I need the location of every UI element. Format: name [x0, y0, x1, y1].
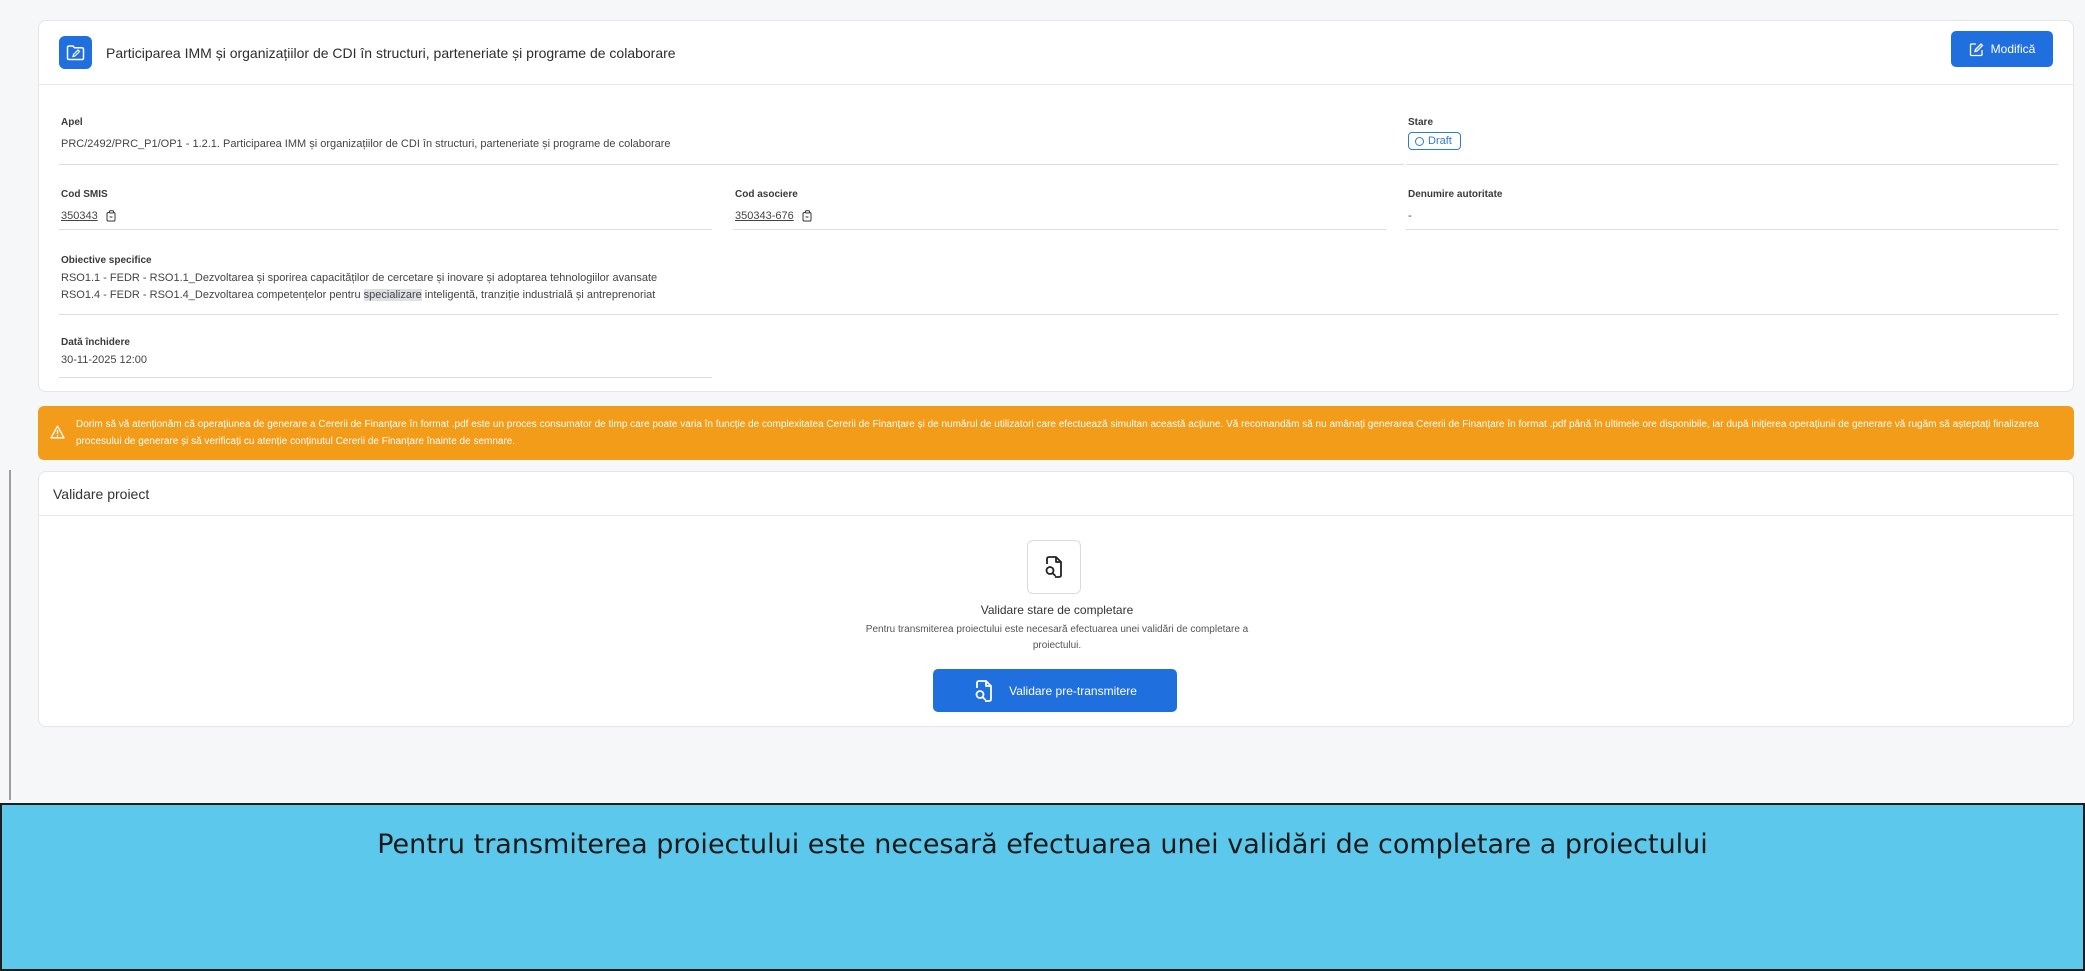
obiectiv-line-1: RSO1.1 - FEDR - RSO1.1_Dezvoltarea și sp… [61, 272, 658, 284]
cod-smis-label: Cod SMIS [61, 189, 108, 200]
warning-banner: Dorim să vă atenționăm că operațiunea de… [38, 406, 2074, 460]
apel-label: Apel [61, 117, 83, 128]
file-search-icon [975, 679, 992, 702]
divider [733, 229, 1386, 230]
edit-button-label: Modifică [1990, 42, 2036, 56]
apel-value: PRC/2492/PRC_P1/OP1 - 1.2.1. Participare… [61, 138, 671, 150]
divider [59, 164, 1404, 165]
denumire-autoritate-label: Denumire autoritate [1408, 189, 1503, 200]
field-obiective-specifice: Obiective specifice RSO1.1 - FEDR - RSO1… [61, 255, 657, 304]
card-header: Participarea IMM și organizațiilor de CD… [39, 21, 2073, 85]
divider [59, 314, 2058, 315]
field-cod-smis: Cod SMIS 350343 [61, 189, 117, 225]
file-search-icon [1027, 540, 1081, 594]
page-title: Participarea IMM și organizațiilor de CD… [106, 44, 676, 61]
edit-button[interactable]: Modifică [1951, 31, 2053, 67]
cod-smis-link[interactable]: 350343 [61, 210, 98, 222]
obiective-label: Obiective specifice [61, 255, 152, 266]
caption-box: Pentru transmiterea proiectului este nec… [0, 803, 2085, 971]
field-cod-asociere: Cod asociere 350343-676 [735, 189, 813, 225]
status-value: Draft [1428, 135, 1452, 147]
copy-icon[interactable] [106, 210, 117, 222]
field-data-inchidere: Dată închidere 30-11-2025 12:00 [61, 337, 147, 369]
validate-pre-submit-button[interactable]: Validare pre-transmitere [933, 669, 1177, 712]
caption-text: Pentru transmiterea proiectului este nec… [377, 829, 1708, 860]
obiectiv-line-2: RSO1.4 - FEDR - RSO1.4_Dezvoltarea compe… [61, 289, 656, 301]
validation-header: Validare proiect [39, 472, 2073, 516]
cod-asociere-link[interactable]: 350343-676 [735, 210, 794, 222]
validation-card: Validare proiect Validare stare de compl… [38, 471, 2074, 727]
left-border-rule [9, 470, 11, 800]
validation-description: Pentru transmiterea proiectului este nec… [865, 624, 1249, 651]
denumire-autoritate-value: - [1408, 210, 1412, 222]
divider [1406, 229, 2058, 230]
divider [1406, 164, 2058, 165]
warning-triangle-icon [50, 425, 65, 439]
folder-edit-icon [59, 36, 92, 69]
pencil-square-icon [1969, 42, 1984, 56]
divider [59, 377, 712, 378]
divider [59, 229, 712, 230]
status-circle-icon [1415, 136, 1424, 146]
status-badge: Draft [1408, 132, 1461, 150]
field-denumire-autoritate: Denumire autoritate - [1408, 189, 1502, 225]
validate-button-label: Validare pre-transmitere [1009, 683, 1137, 698]
data-inchidere-label: Dată închidere [61, 337, 130, 348]
validation-title: Validare stare de completare [980, 603, 1134, 617]
data-inchidere-value: 30-11-2025 12:00 [61, 354, 148, 366]
cod-asociere-label: Cod asociere [735, 189, 798, 200]
field-stare: Stare Draft [1408, 117, 1461, 151]
highlighted-text: specializare [363, 289, 422, 301]
field-apel: Apel PRC/2492/PRC_P1/OP1 - 1.2.1. Partic… [61, 117, 671, 153]
stare-label: Stare [1408, 117, 1434, 128]
project-details-card: Participarea IMM și organizațiilor de CD… [38, 20, 2074, 392]
warning-text: Dorim să vă atenționăm că operațiunea de… [76, 419, 2039, 447]
copy-icon[interactable] [802, 210, 813, 222]
